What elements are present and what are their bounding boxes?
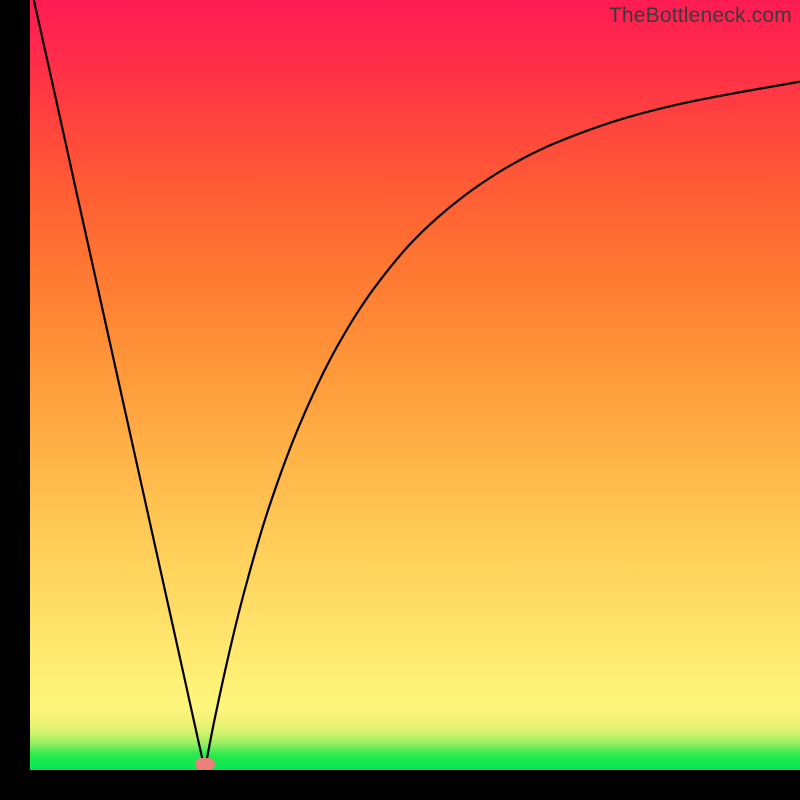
curve-left-branch — [34, 0, 205, 770]
chart-frame: TheBottleneck.com — [0, 0, 800, 800]
chart-curve — [30, 0, 800, 770]
chart-plot-area: TheBottleneck.com — [30, 0, 800, 770]
curve-right-branch — [205, 82, 800, 770]
bottleneck-marker — [195, 758, 215, 770]
